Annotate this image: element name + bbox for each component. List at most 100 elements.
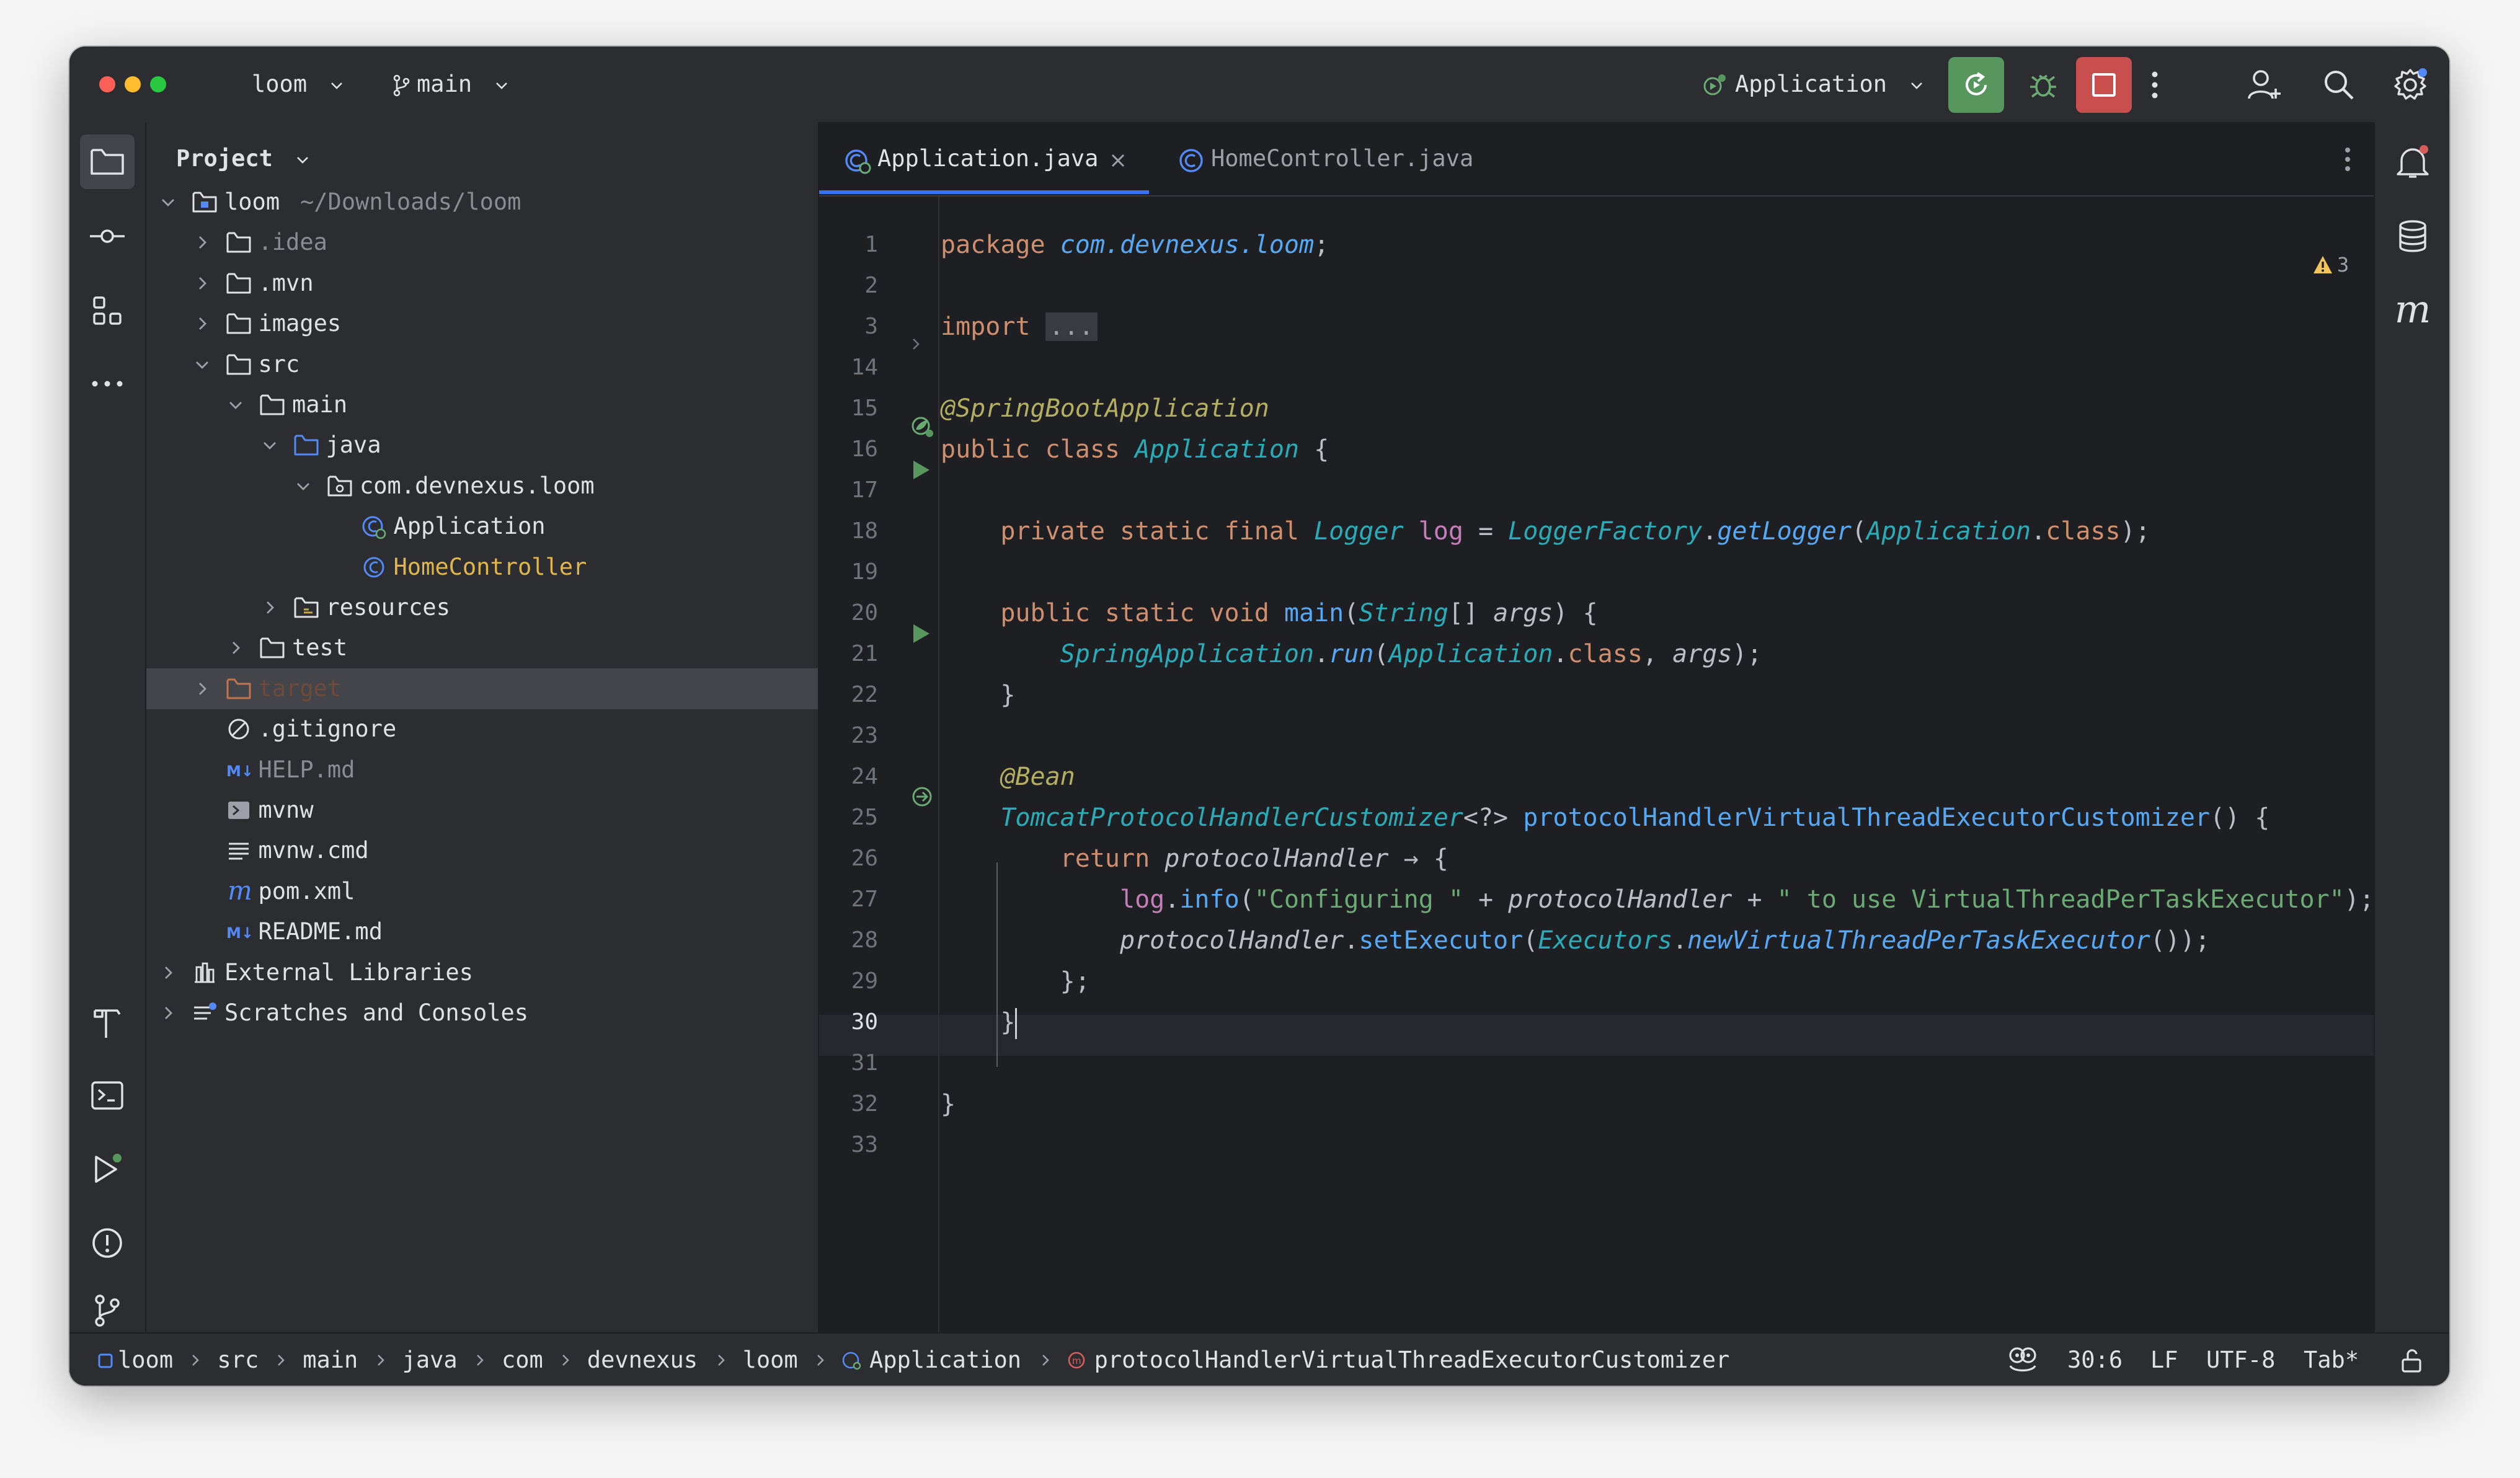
commit-tool-button[interactable]	[80, 209, 135, 263]
tree-item-com-devnexus-loom[interactable]: com.devnexus.loom	[146, 466, 818, 507]
spring-boot-application-icon[interactable]	[910, 414, 936, 440]
breadcrumb-item[interactable]: devnexus	[587, 1345, 698, 1376]
chevron-right-icon[interactable]	[194, 234, 210, 250]
line-number: 18	[851, 518, 878, 544]
tree-item-loom[interactable]: loom ~/Downloads/loom	[146, 182, 818, 223]
terminal-tool-button[interactable]	[80, 1068, 135, 1123]
tree-item-pom-xml[interactable]: m pom.xml	[146, 871, 818, 912]
notifications-button[interactable]	[2385, 135, 2440, 189]
tree-item-java[interactable]: java	[146, 425, 818, 466]
tree-item-src[interactable]: src	[146, 344, 818, 385]
tree-item-idea[interactable]: .idea	[146, 222, 818, 263]
minimize-window-button[interactable]	[125, 76, 141, 92]
git-tool-button[interactable]	[80, 1289, 135, 1332]
structure-tool-button[interactable]	[80, 283, 135, 338]
chevron-down-icon[interactable]	[295, 478, 311, 494]
settings-button[interactable]	[2385, 60, 2435, 110]
text-caret	[1015, 1008, 1018, 1039]
folded-imports[interactable]: ...	[1045, 312, 1098, 341]
code-token: setExecutor	[1359, 926, 1524, 955]
code-token: protocolHandlerVirtualThreadExecutorCust…	[1523, 803, 2210, 832]
folder-icon	[91, 149, 124, 175]
tree-item-main[interactable]: main	[146, 384, 818, 425]
tree-item-application[interactable]: Application	[146, 506, 818, 547]
run-gutter-icon[interactable]	[912, 459, 931, 480]
breadcrumb-item[interactable]: loom	[118, 1345, 173, 1376]
tree-item-resources[interactable]: resources	[146, 587, 818, 628]
tab-application-java[interactable]: Application.java	[819, 122, 1149, 195]
breadcrumb-item[interactable]: main	[303, 1345, 358, 1376]
run-configuration-selector[interactable]: Application	[1701, 69, 1924, 99]
tree-item-target[interactable]: target	[146, 668, 818, 709]
tree-item-mvnw-cmd[interactable]: mvnw.cmd	[146, 830, 818, 871]
chevron-right-icon[interactable]	[160, 965, 176, 981]
breadcrumb-item[interactable]: java	[402, 1345, 458, 1376]
problems-tool-button[interactable]	[80, 1216, 135, 1270]
tree-item-help-md[interactable]: M↓ HELP.md	[146, 750, 818, 790]
file-encoding[interactable]: UTF-8	[2206, 1345, 2275, 1376]
project-switcher[interactable]: loom	[252, 69, 344, 99]
tree-item-external-libraries[interactable]: External Libraries	[146, 952, 818, 993]
tree-item-mvnw[interactable]: mvnw	[146, 790, 818, 831]
tree-item-homecontroller[interactable]: HomeController	[146, 547, 818, 588]
chevron-right-icon[interactable]	[160, 1005, 176, 1021]
inspection-widget[interactable]: 3	[2312, 251, 2371, 278]
breadcrumb-item[interactable]: protocolHandlerVirtualThreadExecutorCust…	[1094, 1345, 1730, 1376]
code-token: Logger	[1314, 517, 1404, 546]
close-window-button[interactable]	[99, 76, 115, 92]
maven-tool-button[interactable]: m	[2385, 282, 2440, 337]
tab-homecontroller-java[interactable]: HomeController.java	[1166, 122, 1489, 195]
project-view-selector[interactable]: Project	[176, 143, 310, 174]
unlock-icon[interactable]	[2400, 1348, 2425, 1373]
debug-button[interactable]	[2015, 57, 2071, 113]
code-token: args	[1672, 640, 1732, 668]
stop-icon	[2092, 73, 2116, 97]
chevron-right-icon[interactable]	[262, 600, 278, 616]
breadcrumb-item[interactable]: com	[502, 1345, 543, 1376]
breadcrumb-item[interactable]: loom	[743, 1345, 798, 1376]
more-tools-button[interactable]	[80, 356, 135, 411]
build-tool-button[interactable]	[80, 995, 135, 1050]
breadcrumb-item[interactable]: Application	[869, 1345, 1021, 1376]
bean-navigation-icon[interactable]	[911, 784, 936, 809]
tree-item-scratches-and-consoles[interactable]: Scratches and Consoles	[146, 993, 818, 1033]
ai-assistant-icon[interactable]	[2007, 1346, 2039, 1374]
tab-options-button[interactable]	[2332, 141, 2363, 178]
close-tab-icon[interactable]	[1111, 153, 1125, 168]
project-tool-button[interactable]	[80, 135, 135, 189]
database-tool-button[interactable]	[2385, 209, 2440, 263]
zoom-window-button[interactable]	[150, 76, 166, 92]
rerun-button[interactable]	[1948, 57, 2004, 113]
chevron-down-icon[interactable]	[160, 194, 176, 210]
indent-settings[interactable]: Tab*	[2304, 1345, 2359, 1376]
chevron-down-icon[interactable]	[194, 356, 210, 373]
code-token: public static void	[1000, 599, 1284, 627]
stop-button[interactable]	[2076, 57, 2132, 113]
more-actions-button[interactable]	[2134, 57, 2175, 113]
chevron-down-icon[interactable]	[262, 437, 278, 453]
tree-item-readme-md[interactable]: M↓ README.md	[146, 911, 818, 952]
code-line: public class Application {	[941, 429, 1329, 470]
tree-item-mvn[interactable]: .mvn	[146, 263, 818, 304]
chevron-right-icon[interactable]	[228, 640, 244, 656]
tree-item-test[interactable]: test	[146, 627, 818, 668]
chevron-right-icon[interactable]	[194, 316, 210, 332]
breadcrumb-item[interactable]: src	[217, 1345, 259, 1376]
chevron-right-icon[interactable]	[194, 681, 210, 697]
tree-item-images[interactable]: images	[146, 303, 818, 344]
search-everywhere-button[interactable]	[2314, 60, 2364, 110]
module-folder-icon	[192, 192, 217, 213]
branch-switcher[interactable]: main	[392, 69, 509, 99]
run-tool-button[interactable]	[80, 1142, 135, 1197]
tree-item-gitignore[interactable]: .gitignore	[146, 709, 818, 750]
line-separator[interactable]: LF	[2150, 1345, 2178, 1376]
fold-expand-icon[interactable]	[908, 337, 923, 352]
chevron-down-icon[interactable]	[228, 397, 244, 413]
code-line: };	[941, 961, 1090, 1002]
chevron-right-icon[interactable]	[194, 275, 210, 291]
caret-position[interactable]: 30:6	[2067, 1345, 2123, 1376]
chevron-right-icon	[1042, 1355, 1049, 1366]
run-gutter-icon[interactable]	[912, 623, 931, 644]
code-with-me-button[interactable]	[2240, 60, 2289, 110]
